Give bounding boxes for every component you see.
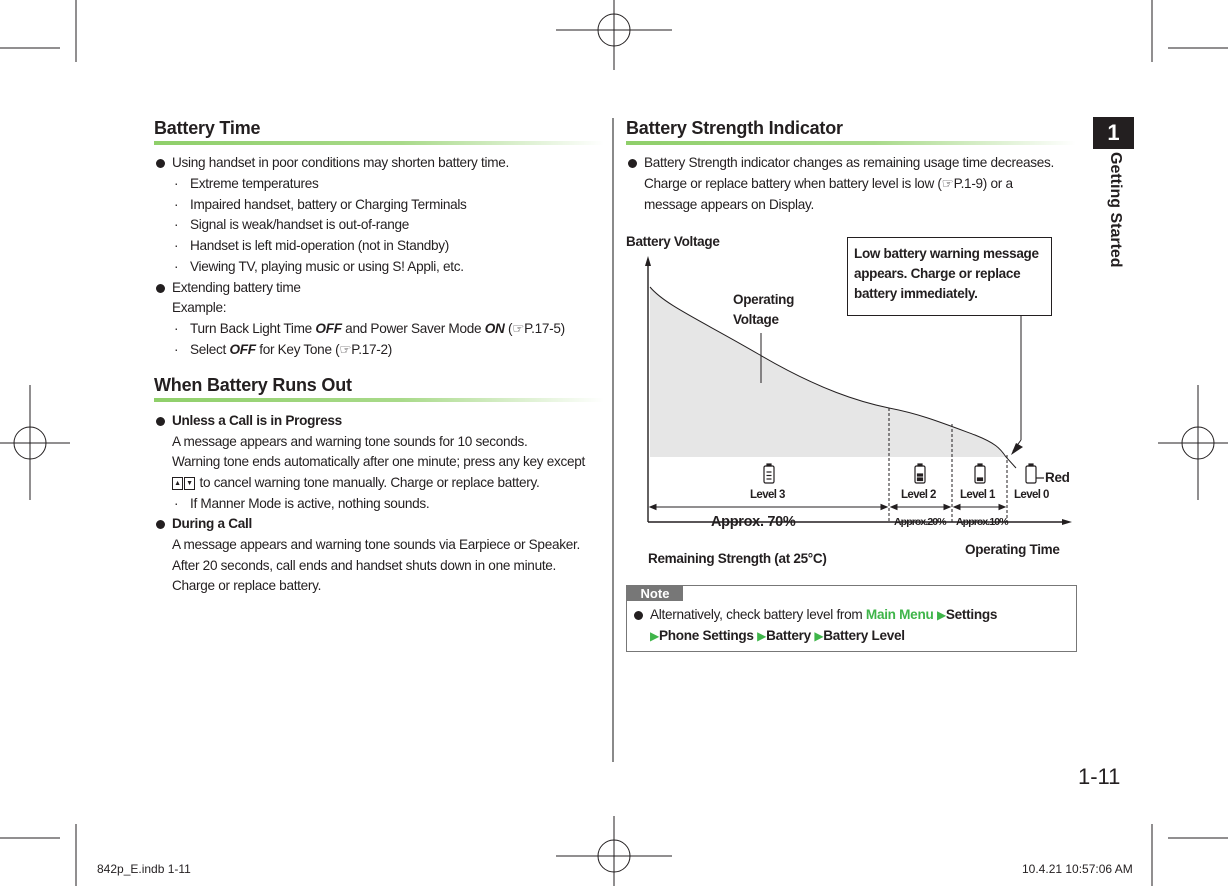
battery-full-icon <box>763 463 775 484</box>
note-text: ▶Phone Settings ▶Battery ▶Battery Level <box>650 626 905 646</box>
manual-page: Battery Time Using handset in poor condi… <box>0 0 1228 886</box>
menu-path-item: Battery Level <box>823 628 905 643</box>
remaining-strength-label: Remaining Strength (at 25°C) <box>648 551 827 566</box>
menu-path-item: Main Menu <box>865 607 934 622</box>
level-label: Level 1 <box>960 489 995 501</box>
chapter-title: Getting Started <box>1107 152 1124 268</box>
battery-diagram <box>645 256 1072 525</box>
page-number: 1-11 <box>1078 764 1121 789</box>
menu-path-item: Battery <box>766 628 811 643</box>
curve-label: Voltage <box>733 312 779 327</box>
battery-two-thirds-icon <box>914 463 926 484</box>
chapter-number-tab: 1 <box>1093 117 1134 149</box>
battery-empty-icon <box>1025 463 1044 484</box>
menu-path-item: Phone Settings <box>658 628 754 643</box>
battery-one-third-icon <box>974 463 986 484</box>
footer-timestamp: 10.4.21 10:57:06 AM <box>1022 862 1133 876</box>
arrow-right-icon: ▶ <box>757 629 767 643</box>
x-axis-label: Operating Time <box>965 542 1060 557</box>
y-axis-label: Battery Voltage <box>626 234 720 249</box>
note-label: Note <box>627 586 683 601</box>
level-label: Level 3 <box>750 489 785 501</box>
footer-file: 842p_E.indb 1-11 <box>97 862 191 876</box>
share-label: Approx. 70% <box>711 514 796 530</box>
curve-label: Operating <box>733 292 795 307</box>
low-battery-callout: Low battery warning message appears. Cha… <box>847 237 1052 316</box>
arrow-right-icon: ▶ <box>650 629 659 643</box>
red-label: Red <box>1045 470 1070 485</box>
level-label: Level 2 <box>901 489 936 501</box>
level-label: Level 0 <box>1014 489 1049 501</box>
menu-path-item: Settings <box>945 607 998 622</box>
note-text: Alternatively, check battery level from … <box>633 605 998 625</box>
share-label: Approx.20% <box>894 516 947 528</box>
arrow-right-icon: ▶ <box>936 608 946 622</box>
share-label: Approx.10% <box>956 516 1009 528</box>
arrow-right-icon: ▶ <box>814 629 824 643</box>
